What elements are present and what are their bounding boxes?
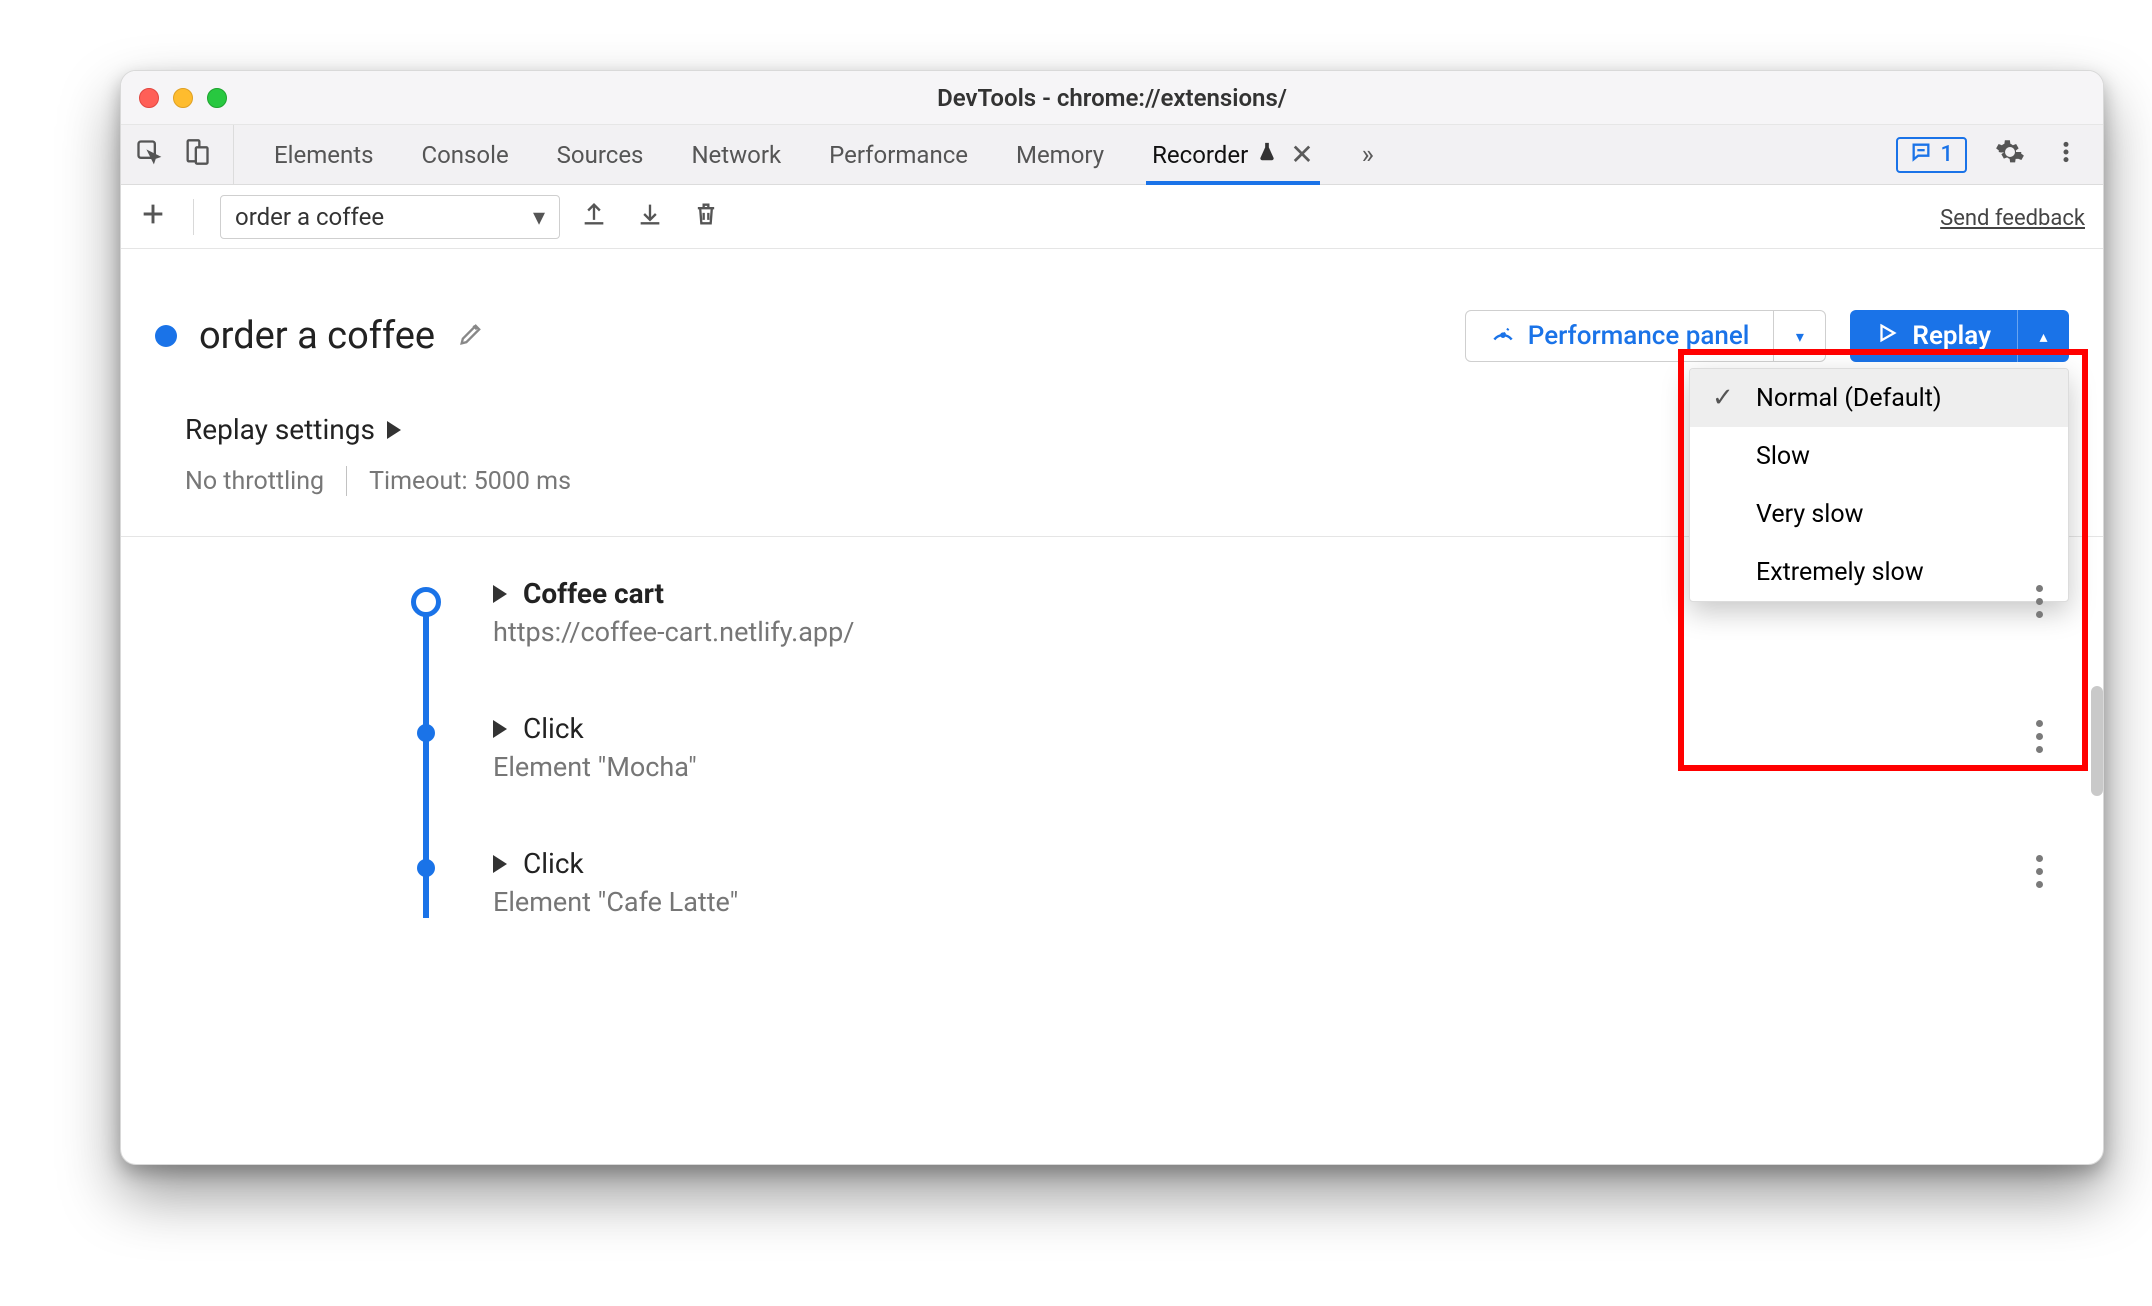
divider: [346, 466, 347, 496]
step-item[interactable]: Coffee cart https://coffee-cart.netlify.…: [431, 577, 2063, 648]
recording-status-dot: [155, 325, 177, 347]
tabs-row: Elements Console Sources Network Perform…: [121, 125, 2103, 185]
inspect-element-icon[interactable]: [135, 138, 163, 172]
close-tab-icon[interactable]: ✕: [1290, 138, 1313, 171]
recorder-toolbar: order a coffee ▾ Send feedback: [121, 185, 2103, 249]
check-icon: ✓: [1712, 383, 1738, 413]
window-title: DevTools - chrome://extensions/: [121, 84, 2103, 112]
kebab-menu-icon[interactable]: [2053, 139, 2079, 171]
performance-panel-dropdown[interactable]: ▾: [1773, 311, 1825, 361]
replay-button[interactable]: Replay: [1850, 310, 2017, 362]
replay-dropdown-toggle[interactable]: ▴: [2017, 310, 2069, 362]
divider: [193, 199, 194, 235]
recording-select[interactable]: order a coffee ▾: [220, 195, 560, 239]
recording-select-value: order a coffee: [235, 203, 384, 231]
header-actions: Performance panel ▾ Replay ▴: [1465, 310, 2069, 362]
menu-item-normal[interactable]: ✓ Normal (Default): [1690, 369, 2068, 427]
tab-recorder[interactable]: Recorder ✕: [1152, 125, 1314, 184]
delete-icon[interactable]: [692, 200, 720, 234]
recording-title: order a coffee: [199, 314, 435, 358]
play-icon: [1876, 321, 1898, 351]
step-title: Click: [523, 847, 584, 880]
device-toolbar-icon[interactable]: [183, 138, 211, 172]
tab-performance[interactable]: Performance: [829, 125, 968, 184]
more-tabs-icon[interactable]: »: [1362, 140, 1374, 170]
step-title: Coffee cart: [523, 577, 664, 610]
step-item[interactable]: Click Element "Cafe Latte": [431, 847, 2063, 918]
timeout-value: Timeout: 5000 ms: [369, 467, 571, 496]
menu-item-slow[interactable]: Slow: [1690, 427, 2068, 485]
menu-item-label: Very slow: [1756, 500, 1863, 529]
step-subtitle: Element "Mocha": [493, 751, 2063, 783]
tab-network[interactable]: Network: [691, 125, 781, 184]
step-kebab-icon[interactable]: [2036, 585, 2043, 618]
tab-sources[interactable]: Sources: [557, 125, 644, 184]
step-subtitle: https://coffee-cart.netlify.app/: [493, 616, 2063, 648]
chevron-up-icon: ▴: [2039, 327, 2047, 346]
settings-title-label: Replay settings: [185, 413, 375, 446]
step-kebab-icon[interactable]: [2036, 855, 2043, 888]
chevron-down-icon: ▾: [1796, 327, 1804, 346]
menu-item-label: Normal (Default): [1756, 384, 1942, 413]
step-item[interactable]: Click Element "Mocha": [431, 712, 2063, 783]
step-subtitle: Element "Cafe Latte": [493, 886, 2063, 918]
experiment-icon: [1256, 141, 1278, 169]
scrollbar-thumb[interactable]: [2091, 686, 2103, 796]
send-feedback-link[interactable]: Send feedback: [1940, 206, 2085, 231]
step-marker: [417, 859, 435, 877]
throttling-value: No throttling: [185, 467, 324, 496]
replay-label: Replay: [1912, 321, 1991, 351]
issues-button[interactable]: 1: [1896, 137, 1967, 173]
settings-icon[interactable]: [1995, 137, 2025, 173]
tab-elements[interactable]: Elements: [274, 125, 373, 184]
performance-panel-label: Performance panel: [1528, 321, 1750, 351]
tab-memory[interactable]: Memory: [1016, 125, 1104, 184]
import-icon[interactable]: [636, 200, 664, 234]
step-marker-start: [411, 587, 441, 617]
steps-timeline: Coffee cart https://coffee-cart.netlify.…: [121, 537, 2103, 918]
performance-panel-button[interactable]: Performance panel: [1466, 311, 1774, 361]
step-title: Click: [523, 712, 584, 745]
edit-icon[interactable]: [457, 320, 485, 352]
titlebar: DevTools - chrome://extensions/: [121, 71, 2103, 125]
performance-panel-button-group: Performance panel ▾: [1465, 310, 1827, 362]
chevron-down-icon: ▾: [533, 203, 545, 231]
chevron-right-icon: [387, 421, 401, 439]
export-icon[interactable]: [580, 200, 608, 234]
chat-icon: [1910, 141, 1932, 169]
new-recording-icon[interactable]: [139, 200, 167, 234]
step-marker: [417, 724, 435, 742]
menu-item-very-slow[interactable]: Very slow: [1690, 485, 2068, 543]
menu-item-label: Slow: [1756, 442, 1810, 471]
tab-console[interactable]: Console: [421, 125, 508, 184]
expand-icon[interactable]: [493, 585, 507, 603]
devtools-window: DevTools - chrome://extensions/ Elements…: [120, 70, 2104, 1165]
expand-icon[interactable]: [493, 855, 507, 873]
step-kebab-icon[interactable]: [2036, 720, 2043, 753]
replay-button-group: Replay ▴: [1850, 310, 2069, 362]
issues-count: 1: [1940, 142, 1953, 167]
recording-header: order a coffee Performance panel ▾: [121, 249, 2103, 379]
expand-icon[interactable]: [493, 720, 507, 738]
gauge-icon: [1490, 320, 1516, 353]
